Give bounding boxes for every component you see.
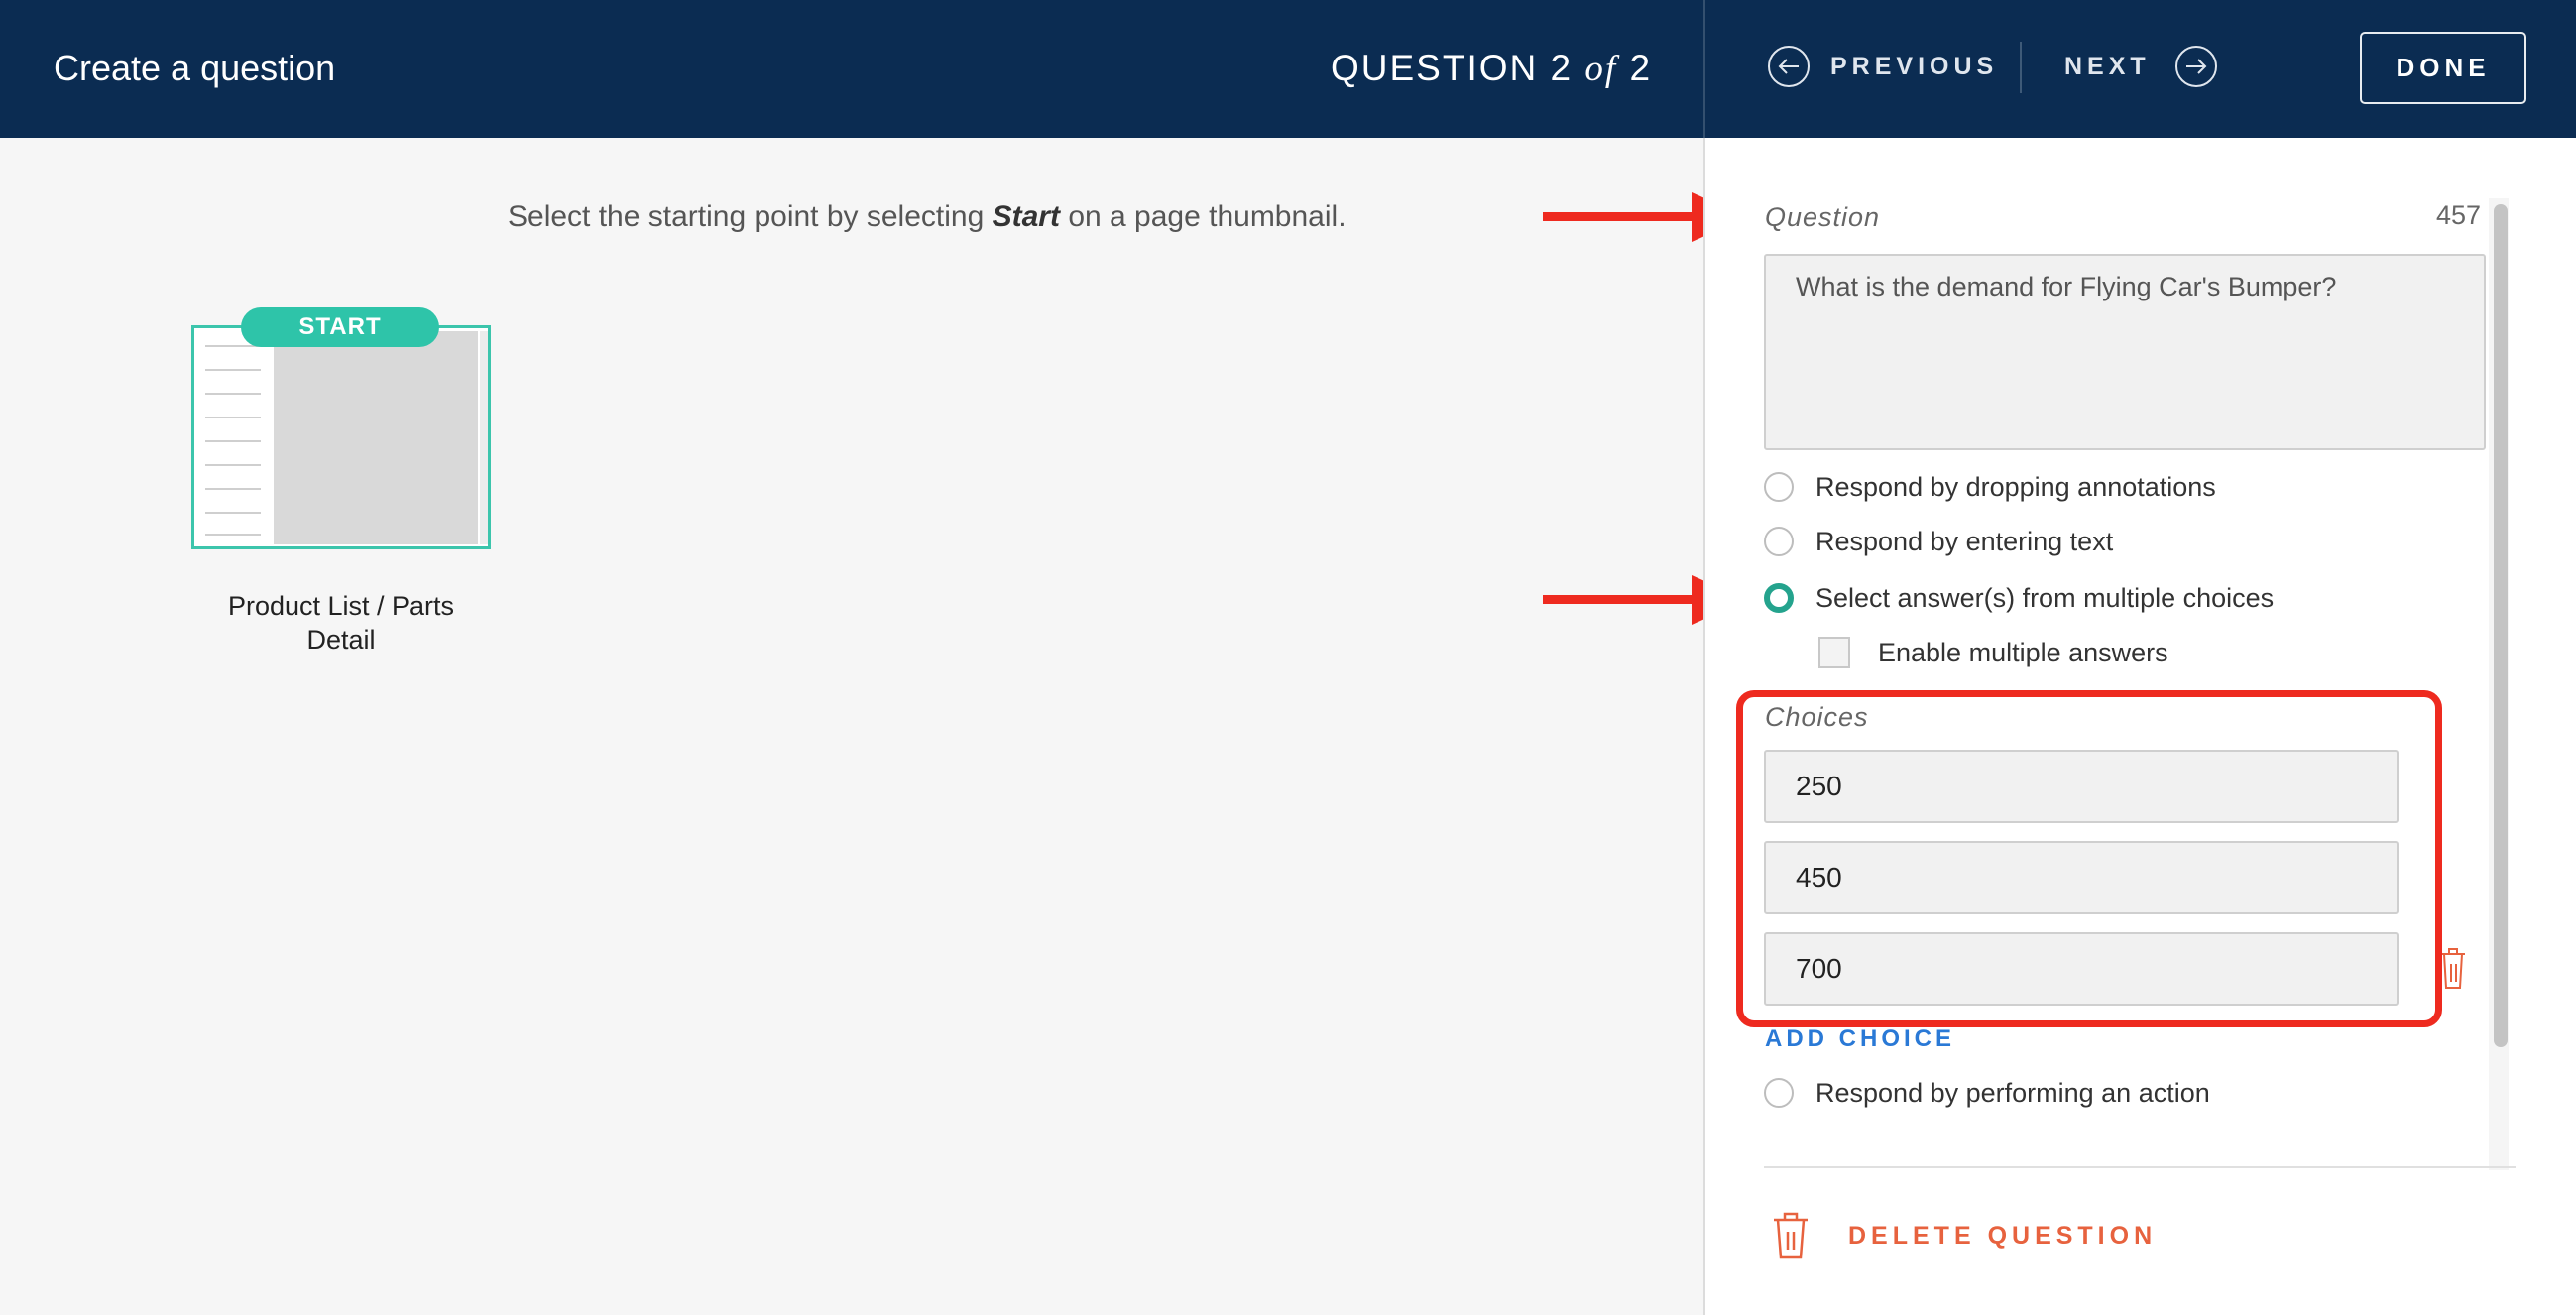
annotation-highlight-choices (1736, 690, 2442, 1027)
radio-button[interactable] (1764, 1078, 1794, 1108)
thumbnail-row (205, 488, 261, 490)
instruction-text: Select the starting point by selecting S… (508, 200, 1347, 234)
next-button[interactable]: NEXT (2064, 45, 2218, 88)
radio-button-selected[interactable] (1764, 583, 1794, 613)
page-thumbnail[interactable] (191, 325, 491, 549)
thumbnail-row (205, 417, 261, 418)
question-counter-of: of (1584, 49, 1618, 89)
question-counter-prefix: QUESTION 2 (1331, 48, 1585, 88)
thumbnail-row (205, 369, 261, 371)
question-counter-total: 2 (1617, 48, 1653, 88)
option-enter-text[interactable]: Respond by entering text (1764, 525, 2113, 558)
radio-button[interactable] (1764, 527, 1794, 556)
instruction-text-before: Select the starting point by selecting (508, 200, 993, 233)
top-bar: Create a question QUESTION 2 of 2 PREVIO… (0, 0, 2576, 138)
radio-button[interactable] (1764, 472, 1794, 502)
panel-scrollbar-thumb[interactable] (2494, 204, 2508, 1047)
thumbnail-caption-line1: Product List / Parts (227, 591, 455, 621)
trash-icon (1774, 1212, 1808, 1259)
option-label: Select answer(s) from multiple choices (1815, 582, 2275, 613)
previous-button[interactable]: PREVIOUS (1767, 45, 1998, 88)
instruction-text-after: on a page thumbnail. (1059, 200, 1347, 233)
question-label: Question (1765, 202, 1881, 232)
thumbnail-row (205, 393, 261, 395)
page-title: Create a question (54, 48, 336, 88)
question-counter: QUESTION 2 of 2 (1331, 48, 1652, 90)
thumbnail-sidebar (197, 331, 273, 544)
question-textarea[interactable]: What is the demand for Flying Car's Bump… (1764, 254, 2486, 450)
thumbnail-row (205, 512, 261, 514)
enable-multiple-checkbox[interactable] (1818, 637, 1850, 668)
nav-divider (2020, 42, 2022, 93)
header-divider (1703, 0, 1705, 138)
character-count: 457 (2436, 200, 2482, 230)
option-label: Respond by entering text (1815, 526, 2114, 556)
option-label: Respond by dropping annotations (1815, 471, 2216, 502)
thumbnail-caption-line2: Detail (306, 625, 376, 655)
next-label: NEXT (2064, 52, 2151, 80)
previous-label: PREVIOUS (1830, 52, 1999, 80)
instruction-start-word: Start (992, 200, 1060, 233)
thumbnail-content (274, 331, 478, 544)
option-drop-annotations[interactable]: Respond by dropping annotations (1764, 470, 2216, 504)
add-choice-button[interactable]: ADD CHOICE (1765, 1025, 1955, 1053)
thumbnail-row (205, 440, 261, 442)
option-multiple-choices[interactable]: Select answer(s) from multiple choices (1764, 581, 2274, 615)
thumbnail-row (205, 464, 261, 466)
start-badge[interactable]: START (241, 307, 439, 347)
arrow-right-circle-icon (2174, 46, 2217, 87)
option-label: Respond by performing an action (1815, 1077, 2210, 1108)
thumbnail-caption: Product List / Parts Detail (191, 589, 491, 657)
delete-question-label: DELETE QUESTION (1848, 1221, 2158, 1250)
option-perform-action[interactable]: Respond by performing an action (1764, 1076, 2210, 1110)
thumbnail-row (205, 534, 261, 536)
enable-multiple-answers[interactable]: Enable multiple answers (1818, 635, 2168, 670)
done-button[interactable]: DONE (2360, 32, 2526, 104)
enable-multiple-label: Enable multiple answers (1878, 637, 2168, 667)
delete-question-button[interactable]: DELETE QUESTION (1771, 1208, 2157, 1263)
thumbnail-scrollbar (480, 331, 488, 544)
arrow-left-circle-icon (1768, 46, 1810, 87)
panel-divider (1764, 1166, 2516, 1168)
